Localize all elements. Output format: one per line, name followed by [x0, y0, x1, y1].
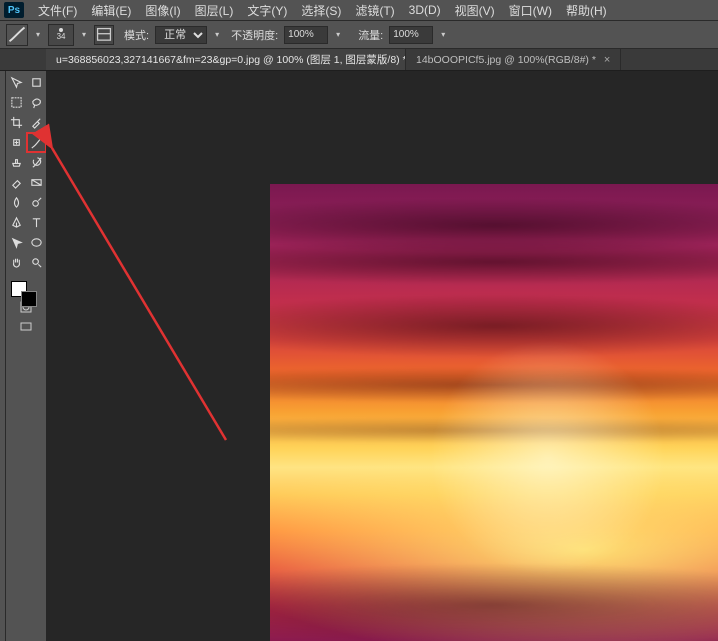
- chevron-down-icon[interactable]: ▾: [213, 30, 221, 39]
- marquee-tool[interactable]: [7, 93, 26, 112]
- lasso-tool[interactable]: [27, 93, 46, 112]
- spot-heal-tool[interactable]: [7, 133, 26, 152]
- screen-mode-icon: [19, 320, 33, 334]
- document-tab[interactable]: 14bOOOPICf5.jpg @ 100%(RGB/8#) * ×: [406, 49, 621, 70]
- document-tab[interactable]: u=368856023,327141667&fm=23&gp=0.jpg @ 1…: [46, 49, 406, 70]
- screen-mode-toggle[interactable]: [17, 317, 36, 336]
- background-swatch[interactable]: [21, 291, 37, 307]
- zoom-tool[interactable]: [27, 253, 46, 272]
- image-content: [270, 184, 718, 641]
- artboard-tool[interactable]: [27, 73, 46, 92]
- menu-image[interactable]: 图像(I): [139, 0, 186, 21]
- document-canvas[interactable]: [270, 184, 718, 641]
- dodge-tool[interactable]: [27, 193, 46, 212]
- menu-window[interactable]: 窗口(W): [503, 0, 558, 21]
- shape-tool[interactable]: [27, 233, 46, 252]
- menu-select[interactable]: 选择(S): [295, 0, 347, 21]
- brush-panel-icon: [95, 26, 113, 44]
- eraser-tool[interactable]: [7, 173, 26, 192]
- brush-panel-toggle[interactable]: [94, 25, 114, 45]
- brush-preset-picker[interactable]: 34: [48, 24, 74, 46]
- crop-tool[interactable]: [7, 113, 26, 132]
- path-select-tool[interactable]: [7, 233, 26, 252]
- flow-field[interactable]: [389, 26, 433, 44]
- menu-type[interactable]: 文字(Y): [241, 0, 293, 21]
- brush-stroke-icon: [7, 25, 27, 45]
- document-tab-label: 14bOOOPICf5.jpg @ 100%(RGB/8#) *: [416, 54, 596, 66]
- pen-tool[interactable]: [7, 213, 26, 232]
- history-brush-tool[interactable]: [27, 153, 46, 172]
- options-bar: ▾ 34 ▾ 模式: 正常 ▾ 不透明度: ▾ 流量: ▾: [0, 21, 718, 49]
- type-tool[interactable]: [27, 213, 46, 232]
- chevron-down-icon[interactable]: ▾: [80, 30, 88, 39]
- chevron-down-icon[interactable]: ▾: [34, 30, 42, 39]
- tool-preset-picker[interactable]: [6, 24, 28, 46]
- chevron-down-icon[interactable]: ▾: [439, 30, 447, 39]
- clone-stamp-tool[interactable]: [7, 153, 26, 172]
- flow-label: 流量:: [358, 27, 383, 43]
- menu-edit[interactable]: 编辑(E): [85, 0, 137, 21]
- close-icon[interactable]: ×: [604, 54, 610, 66]
- menu-layer[interactable]: 图层(L): [189, 0, 240, 21]
- menubar: Ps 文件(F) 编辑(E) 图像(I) 图层(L) 文字(Y) 选择(S) 滤…: [0, 0, 718, 21]
- menu-3d[interactable]: 3D(D): [403, 1, 447, 19]
- document-tabstrip: u=368856023,327141667&fm=23&gp=0.jpg @ 1…: [0, 49, 718, 71]
- opacity-field[interactable]: [284, 26, 328, 44]
- blend-mode-select[interactable]: 正常: [155, 26, 207, 44]
- eyedropper-tool[interactable]: [27, 113, 46, 132]
- opacity-label: 不透明度:: [231, 27, 278, 43]
- mode-label: 模式:: [124, 27, 149, 43]
- canvas-area[interactable]: [46, 71, 718, 641]
- move-tool[interactable]: [7, 73, 26, 92]
- brush-tool[interactable]: [27, 133, 46, 152]
- menu-help[interactable]: 帮助(H): [560, 0, 613, 21]
- color-swatches[interactable]: [7, 279, 46, 311]
- brush-size-value: 34: [57, 32, 66, 41]
- hand-tool[interactable]: [7, 253, 26, 272]
- menu-filter[interactable]: 滤镜(T): [349, 0, 400, 21]
- document-tab-label: u=368856023,327141667&fm=23&gp=0.jpg @ 1…: [56, 52, 406, 67]
- app-badge: Ps: [4, 2, 24, 18]
- chevron-down-icon[interactable]: ▾: [334, 30, 342, 39]
- tools-panel: [0, 71, 46, 641]
- menu-view[interactable]: 视图(V): [449, 0, 501, 21]
- blur-tool[interactable]: [7, 193, 26, 212]
- menu-file[interactable]: 文件(F): [32, 0, 83, 21]
- gradient-tool[interactable]: [27, 173, 46, 192]
